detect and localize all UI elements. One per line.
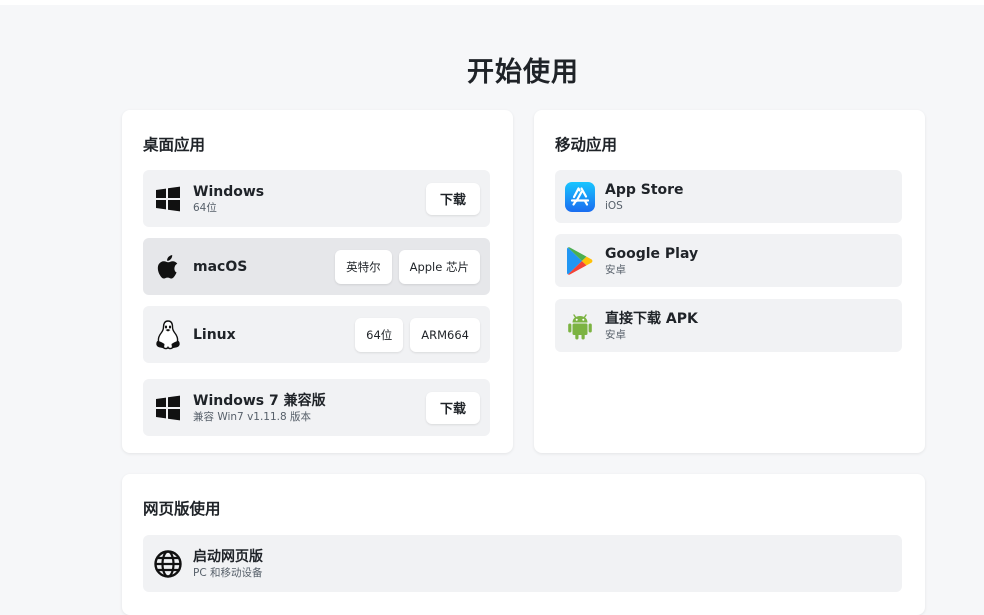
row-name: 启动网页版: [193, 548, 263, 565]
windows7-download-button[interactable]: 下载: [425, 391, 480, 424]
google-play-icon: [565, 246, 595, 276]
row-sub: 安卓: [605, 263, 626, 276]
desktop-row-macos[interactable]: macOS 英特尔 Apple 芯片: [143, 238, 490, 295]
row-name: Google Play: [605, 245, 699, 262]
android-icon: [565, 311, 595, 341]
web-row-launch[interactable]: 启动网页版 PC 和移动设备: [143, 535, 902, 592]
mobile-apps-card: 移动应用 App Store iOS Google Play 安卓 直接下载 A…: [534, 110, 925, 453]
desktop-row-linux[interactable]: Linux 64位 ARM664: [143, 306, 490, 363]
row-sub: PC 和移动设备: [193, 566, 263, 579]
windows-icon: [153, 393, 183, 423]
desktop-row-windows7[interactable]: Windows 7 兼容版 兼容 Win7 v1.11.8 版本 下载: [143, 379, 490, 436]
mobile-row-app-store[interactable]: App Store iOS: [555, 170, 902, 223]
macos-apple-silicon-button[interactable]: Apple 芯片: [398, 249, 480, 284]
globe-icon: [153, 549, 183, 579]
apple-icon: [153, 252, 183, 282]
page-background: 开始使用 桌面应用 Windows 64位 下载 macOS 英特尔 Apple…: [0, 5, 984, 615]
mobile-row-apk[interactable]: 直接下载 APK 安卓: [555, 299, 902, 352]
row-sub: iOS: [605, 199, 623, 212]
row-name: macOS: [193, 258, 248, 275]
linux-icon: [153, 319, 183, 350]
linux-arm-button[interactable]: ARM664: [410, 317, 480, 352]
row-sub: 兼容 Win7 v1.11.8 版本: [193, 410, 312, 423]
windows-icon: [153, 184, 183, 214]
row-sub: 安卓: [605, 328, 626, 341]
desktop-apps-title: 桌面应用: [143, 136, 206, 154]
web-card: 网页版使用 启动网页版 PC 和移动设备: [122, 474, 925, 615]
linux-64bit-button[interactable]: 64位: [355, 317, 404, 352]
web-title: 网页版使用: [143, 500, 221, 518]
windows-download-button[interactable]: 下载: [425, 182, 480, 215]
mobile-row-google-play[interactable]: Google Play 安卓: [555, 234, 902, 287]
app-store-icon: [565, 181, 595, 212]
row-name: 直接下载 APK: [605, 310, 698, 327]
row-name: App Store: [605, 181, 684, 198]
row-name: Windows 7 兼容版: [193, 392, 326, 409]
row-name: Linux: [193, 326, 236, 343]
page-title: 开始使用: [467, 57, 579, 88]
macos-intel-button[interactable]: 英特尔: [335, 249, 392, 284]
row-sub: 64位: [193, 201, 217, 214]
desktop-apps-card: 桌面应用 Windows 64位 下载 macOS 英特尔 Apple 芯片 L…: [122, 110, 513, 453]
desktop-row-windows[interactable]: Windows 64位 下载: [143, 170, 490, 227]
row-name: Windows: [193, 183, 265, 200]
mobile-apps-title: 移动应用: [555, 136, 618, 154]
